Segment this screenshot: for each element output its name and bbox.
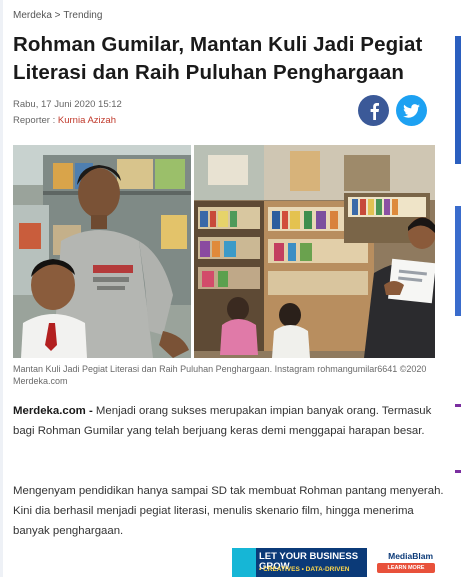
twitter-share-button[interactable] [396,95,427,126]
ad-brand-panel: MediaBlam LEARN MORE [367,548,441,577]
ad-brand-logo: MediaBlam [388,551,433,561]
ad-subline: • CREATIVES • DATA-DRIVEN [259,566,350,573]
page-left-edge [0,0,3,577]
ad-cta-button[interactable]: LEARN MORE [377,563,435,573]
edge-block [455,206,461,316]
edge-block [455,36,461,164]
ad-accent-shape [232,548,256,577]
breadcrumb: Merdeka > Trending [13,10,102,21]
article-paragraph-2: Mengenyam pendidikan hanya sampai SD tak… [13,485,444,537]
breadcrumb-separator: > [51,10,64,21]
article-date: Rabu, 17 Juni 2020 15:12 [13,99,122,110]
article-paragraph-1: Merdeka.com - Menjadi orang sukses merup… [13,401,445,441]
article-title: Rohman Gumilar, Mantan Kuli Jadi Pegiat … [13,33,423,84]
adjacent-content-edge [455,0,461,577]
twitter-icon [403,103,420,118]
edge-divider [455,470,461,473]
photo-caption: Mantan Kuli Jadi Pegiat Literasi dan Rai… [13,364,427,386]
article-photo-right [194,145,435,358]
article-photo-left [13,145,191,358]
breadcrumb-site-link[interactable]: Merdeka [13,10,52,21]
article-reporter: Reporter : Kurnia Azizah [13,115,116,126]
photo-man-and-child [13,145,191,358]
advertisement-banner[interactable]: LET YOUR BUSINESS GROW • CREATIVES • DAT… [232,548,441,577]
facebook-share-button[interactable] [358,95,389,126]
breadcrumb-section-link[interactable]: Trending [63,10,102,21]
source-link[interactable]: Merdeka.com - [13,405,93,417]
reporter-name-link[interactable]: Kurnia Azizah [58,115,116,126]
reporter-label: Reporter : [13,115,58,126]
photo-reading-room [194,145,435,358]
facebook-icon [370,102,379,120]
edge-divider [455,404,461,407]
